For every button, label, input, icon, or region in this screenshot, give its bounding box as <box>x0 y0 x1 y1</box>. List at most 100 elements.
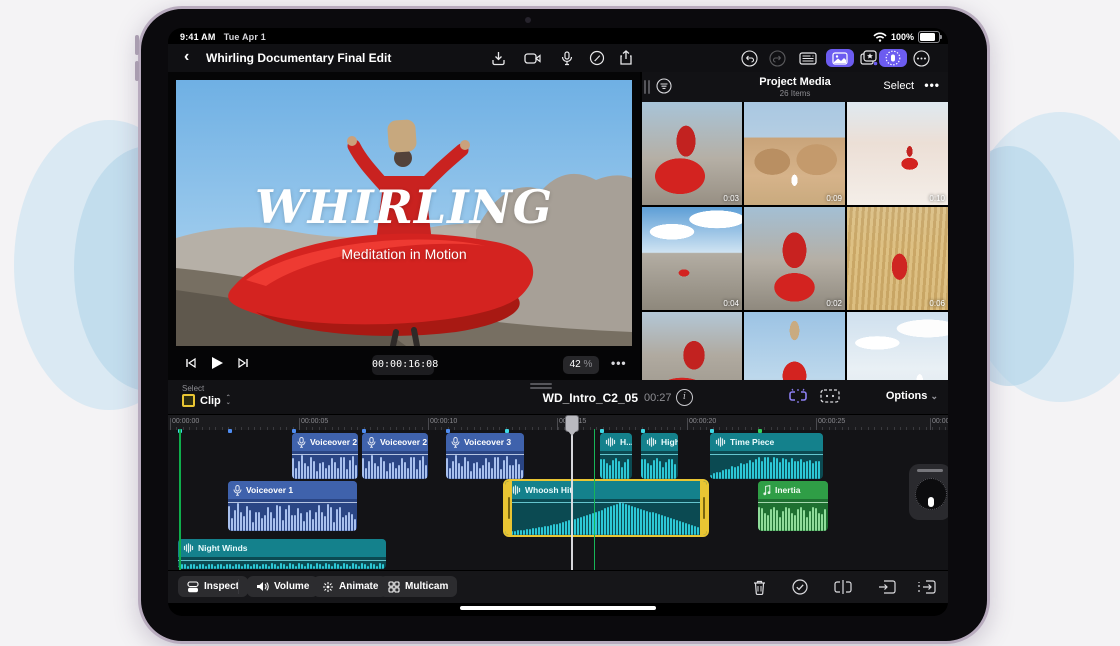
clip-start-marker <box>641 429 645 433</box>
music-note-icon <box>763 485 771 496</box>
volume-up-button[interactable] <box>135 35 139 55</box>
skip-to-start-button[interactable] <box>184 356 198 374</box>
keyboard-shortcuts-button[interactable] <box>797 49 819 67</box>
video-preview[interactable]: WHIRLING Meditation in Motion <box>176 80 632 346</box>
status-bar: 9:41 AM Tue Apr 1 100% <box>168 28 948 44</box>
animate-button[interactable]: Animate <box>313 576 387 597</box>
tool-stepper-icon: ⌃⌄ <box>226 396 231 406</box>
animate-icon <box>322 581 334 593</box>
timeline-clip-h-[interactable]: H... <box>600 433 632 479</box>
media-thumbnail-red-dancer-back-view[interactable]: 0:02 <box>744 207 845 310</box>
timeline-clip-voiceover-3[interactable]: Voiceover 3 <box>446 433 524 479</box>
project-title: Whirling Documentary Final Edit <box>206 51 391 65</box>
trim-handle-left[interactable] <box>505 481 512 535</box>
jog-wheel-drag-handle[interactable] <box>917 469 943 472</box>
record-video-button[interactable] <box>522 49 544 67</box>
clip-label: High... <box>661 437 678 447</box>
clip-info-button[interactable]: i <box>676 389 693 406</box>
clip-start-marker <box>446 429 450 433</box>
media-thumbnail-golden-reeds-man[interactable]: 0:06 <box>847 207 948 310</box>
ruler-time-label: 00:00:25 <box>818 418 845 425</box>
zoom-value: 42 <box>570 359 581 370</box>
timeline-clip-voiceover-2[interactable]: Voiceover 2 <box>362 433 428 479</box>
thumbnail-duration: 0:09 <box>826 194 842 203</box>
clip-label: Time Piece <box>730 437 774 447</box>
timeline-clip-voiceover-2[interactable]: Voiceover 2 <box>292 433 358 479</box>
clip-label: Whoosh Hit <box>525 485 572 495</box>
redo-button[interactable] <box>766 49 788 67</box>
jog-wheel-dial[interactable] <box>915 478 947 510</box>
home-indicator[interactable] <box>460 606 656 610</box>
transport-bar: 00:00:16:08 42 % ••• <box>168 354 640 380</box>
volume-button[interactable]: Volume <box>247 576 318 597</box>
skip-to-end-button[interactable] <box>236 356 250 374</box>
import-button[interactable] <box>487 49 509 67</box>
viewer-zone: WHIRLING Meditation in Motion 00:00:16:0… <box>168 72 640 380</box>
viewer-more-button[interactable]: ••• <box>611 356 627 370</box>
animate-label: Animate <box>339 581 378 592</box>
clip-label: Voiceover 2 <box>310 437 357 447</box>
media-thumbnail-cloudy-sky-red-dancer[interactable]: 0:04 <box>642 207 742 310</box>
options-button[interactable]: Options ⌄ <box>886 390 938 402</box>
volume-down-button[interactable] <box>135 61 139 81</box>
timeline-section: Select Clip ⌃⌄ WD_Intro_C2_05 00:27 i Op… <box>168 380 948 570</box>
insert-clip-button[interactable] <box>916 577 938 597</box>
timeline-clip-inertia[interactable]: Inertia <box>758 481 828 531</box>
record-voiceover-button[interactable] <box>556 49 578 67</box>
media-thumbnail-red-skirt-closeup[interactable] <box>642 312 742 380</box>
more-menu-button[interactable] <box>910 49 932 67</box>
timecode-display[interactable]: 00:00:16:08 <box>372 355 434 375</box>
battery-icon <box>918 31 940 43</box>
thumbnail-duration: 0:10 <box>929 194 945 203</box>
media-thumbnail-salt-flat-red-dancer[interactable]: 0:10 <box>847 102 948 205</box>
zoom-unit: % <box>584 359 593 370</box>
viewer-zoom-level[interactable]: 42 % <box>563 356 599 374</box>
timeline-clip-time-piece[interactable]: Time Piece <box>710 433 823 479</box>
pencil-tools-button[interactable] <box>586 49 608 67</box>
play-button[interactable] <box>210 356 224 375</box>
overwrite-clip-button[interactable] <box>876 577 898 597</box>
timeline-clip-night-winds[interactable]: Night Winds <box>178 539 386 569</box>
clip-tool-selector[interactable]: Clip ⌃⌄ <box>182 394 231 407</box>
multicam-button[interactable]: Multicam <box>379 576 457 597</box>
clip-label: Voiceover 2 <box>380 437 427 447</box>
timeline-tracks[interactable]: Voiceover 2 Voiceover 2 Voiceover 3 H... Hig… <box>168 429 948 570</box>
floating-jog-wheel[interactable] <box>909 464 948 520</box>
thumbnail-duration: 0:06 <box>929 299 945 308</box>
overwrite-mode-icon[interactable] <box>820 388 840 409</box>
effects-titles-button[interactable] <box>858 49 880 67</box>
select-mode-label: Select <box>182 384 204 393</box>
clip-start-marker <box>710 429 714 433</box>
timeline-clip-high-[interactable]: High... <box>641 433 678 479</box>
trim-handle-right[interactable] <box>700 481 707 535</box>
undo-button[interactable] <box>738 49 760 67</box>
media-thumbnail-tall-hat-man[interactable] <box>744 312 845 380</box>
select-button[interactable]: Select <box>883 80 914 92</box>
mic-icon <box>297 437 306 448</box>
timeline-ruler[interactable]: 00:00:0000:00:0500:00:1000:00:1500:00:20… <box>168 414 948 430</box>
timeline-clip-whoosh-hit[interactable]: Whoosh Hit <box>505 481 707 535</box>
approve-clip-button[interactable] <box>789 577 811 597</box>
jog-wheel-toggle-button[interactable] <box>879 49 907 67</box>
media-browser-button[interactable] <box>826 49 854 67</box>
media-thumbnail-desert-rocks-white-dancer[interactable]: 0:09 <box>744 102 845 205</box>
top-toolbar: ‹ Whirling Documentary Final Edit <box>168 44 948 73</box>
connect-clip-icon[interactable] <box>788 388 808 409</box>
playhead-handle[interactable] <box>565 415 579 432</box>
media-panel-header: Project Media 26 Items Select ••• <box>642 72 948 102</box>
back-button[interactable]: ‹ <box>184 48 189 66</box>
mic-icon <box>233 485 242 496</box>
delete-clip-button[interactable] <box>748 577 770 597</box>
timeline-clip-voiceover-1[interactable]: Voiceover 1 <box>228 481 357 531</box>
playhead-line[interactable] <box>571 429 573 570</box>
share-button[interactable] <box>615 49 637 67</box>
media-thumbnail-white-dancer-clouds[interactable] <box>847 312 948 380</box>
media-more-button[interactable]: ••• <box>924 78 940 92</box>
clip-start-marker <box>505 429 509 433</box>
split-clip-button[interactable] <box>832 577 854 597</box>
ruler-time-label: 00:00:05 <box>301 418 328 425</box>
options-label: Options <box>886 390 928 402</box>
skimmer-line[interactable] <box>594 429 595 570</box>
media-thumbnail-red-dancer-hillside[interactable]: 0:03 <box>642 102 742 205</box>
timeline-drag-handle[interactable] <box>530 383 552 391</box>
